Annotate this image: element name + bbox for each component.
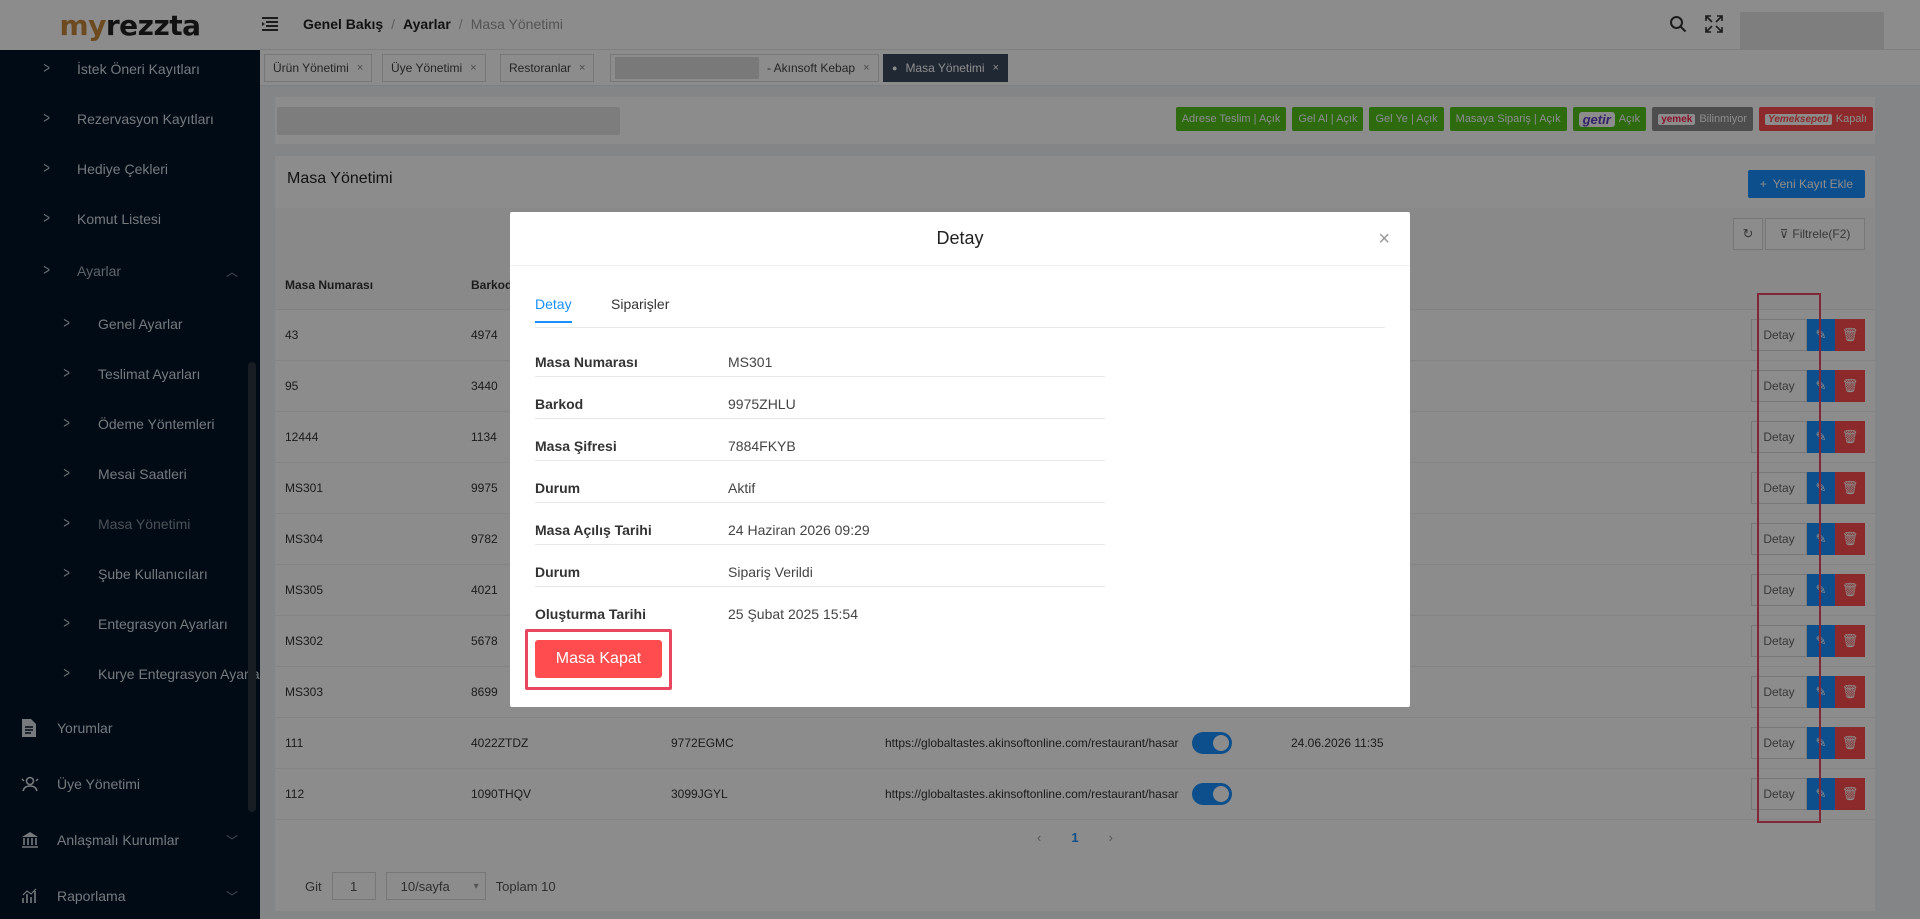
modal-title: Detay <box>510 212 1410 266</box>
tab-siparisler[interactable]: Siparişler <box>611 296 669 321</box>
detail-row: Masa Açılış Tarihi 24 Haziran 2026 09:29 <box>535 519 1105 545</box>
close-icon[interactable]: × <box>1378 228 1390 251</box>
detail-row: Barkod 9975ZHLU <box>535 393 1105 419</box>
detail-row: Durum Aktif <box>535 477 1105 503</box>
detail-modal: Detay × Detay Siparişler Masa Numarası MS… <box>510 212 1410 707</box>
modal-tabs: Detay Siparişler <box>535 296 1385 328</box>
tab-detay[interactable]: Detay <box>535 296 572 323</box>
close-table-button[interactable]: Masa Kapat <box>535 640 662 678</box>
detail-row: Durum Sipariş Verildi <box>535 561 1105 587</box>
detail-row: Masa Numarası MS301 <box>535 351 1105 377</box>
detail-row: Masa Şifresi 7884FKYB <box>535 435 1105 461</box>
detail-row: Oluşturma Tarihi 25 Şubat 2025 15:54 <box>535 606 859 622</box>
